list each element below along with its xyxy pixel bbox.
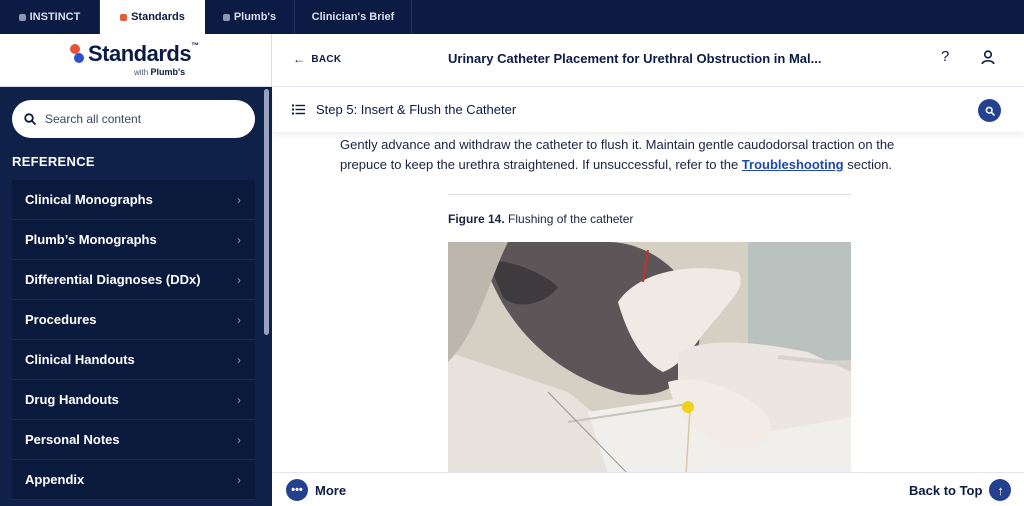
sidebar-item-clinical-monographs[interactable]: Clinical Monographs › — [12, 180, 255, 220]
sidebar-item-personal-notes[interactable]: Personal Notes › — [12, 420, 255, 460]
back-label: BACK — [311, 53, 342, 65]
back-to-top-label: Back to Top — [909, 482, 983, 498]
tab-plumbs[interactable]: Plumb's — [205, 0, 295, 34]
bottom-toolbar: ••• More Back to Top ↑ — [273, 472, 1024, 506]
instinct-logo-icon — [18, 13, 26, 21]
sidebar-item-label: Clinical Monographs — [25, 192, 153, 207]
tab-clinicians-brief-label: Clinician's Brief — [311, 11, 395, 23]
page-title: Urinary Catheter Placement for Urethral … — [448, 51, 822, 66]
figure-caption: Figure 14. Flushing of the catheter — [448, 212, 633, 226]
sidebar-item-label: Personal Notes — [25, 432, 120, 447]
chevron-right-icon: › — [237, 472, 241, 487]
arrow-up-icon: ↑ — [989, 479, 1012, 501]
sidebar-item-label: Differential Diagnoses (DDx) — [25, 272, 201, 287]
chevron-right-icon: › — [237, 272, 241, 287]
page-header: ← BACK Urinary Catheter Placement for Ur… — [273, 34, 1024, 87]
chevron-right-icon: › — [237, 392, 241, 407]
search-icon — [24, 113, 36, 125]
catheter-flushing-photo — [448, 242, 851, 472]
more-label: More — [315, 482, 347, 498]
chevron-right-icon: › — [237, 432, 241, 447]
sidebar-nav: Clinical Monographs › Plumb’s Monographs ›… — [12, 180, 255, 500]
sidebar-item-procedures[interactable]: Procedures › — [12, 300, 255, 340]
search-in-page-button[interactable] — [978, 99, 1001, 122]
section-label-reference: REFERENCE — [12, 154, 95, 169]
sidebar-item-differential-diagnoses[interactable]: Differential Diagnoses (DDx) › — [12, 260, 255, 300]
tab-standards[interactable]: Standards — [100, 0, 205, 34]
plumbs-logo-icon — [222, 13, 230, 21]
logo-subtitle: with Plumb's — [134, 67, 186, 77]
tab-instinct[interactable]: INSTINCT — [0, 0, 100, 34]
procedure-paragraph: Gently advance and withdraw the catheter… — [340, 135, 940, 175]
help-icon[interactable]: ? — [941, 48, 949, 65]
standards-logo-icon — [120, 13, 128, 21]
sidebar-item-label: Procedures — [25, 312, 97, 327]
sidebar-item-drug-handouts[interactable]: Drug Handouts › — [12, 380, 255, 420]
sidebar-item-label: Plumb’s Monographs — [25, 232, 157, 247]
search-icon — [985, 106, 995, 116]
chevron-right-icon: › — [237, 232, 241, 247]
figure-label: Figure 14. — [448, 212, 505, 226]
sidebar-item-appendix[interactable]: Appendix › — [12, 460, 255, 500]
back-to-top-button[interactable]: Back to Top ↑ — [909, 479, 1012, 501]
figure-caption-text: Flushing of the catheter — [504, 212, 634, 226]
sidebar-logo-area: Standards™ with Plumb's — [0, 34, 272, 87]
search-box[interactable] — [12, 100, 255, 138]
chevron-right-icon: › — [237, 192, 241, 207]
sidebar-item-label: Clinical Handouts — [25, 352, 135, 367]
divider — [448, 194, 851, 195]
user-icon[interactable] — [981, 50, 995, 65]
tab-standards-label: Standards — [131, 11, 185, 23]
step-navigation-bar: Step 5: Insert & Flush the Catheter — [273, 88, 1024, 132]
back-button[interactable]: ← BACK — [293, 52, 341, 66]
tab-instinct-label: INSTINCT — [29, 11, 81, 23]
sidebar-item-clinical-handouts[interactable]: Clinical Handouts › — [12, 340, 255, 380]
product-switcher-bar: INSTINCT Standards Plumb's Clinician's B… — [0, 0, 1024, 34]
chevron-right-icon: › — [237, 352, 241, 367]
tab-clinicians-brief[interactable]: Clinician's Brief — [295, 0, 412, 34]
chevron-right-icon: › — [237, 312, 241, 327]
article-content: Gently advance and withdraw the catheter… — [273, 132, 1024, 472]
tab-plumbs-label: Plumb's — [233, 11, 277, 23]
paragraph-text-end: section. — [843, 157, 893, 172]
more-dots-icon: ••• — [286, 479, 308, 501]
step-title[interactable]: Step 5: Insert & Flush the Catheter — [316, 102, 516, 117]
figure-image[interactable] — [448, 242, 851, 472]
sidebar-scrollbar-thumb[interactable] — [264, 89, 269, 335]
sidebar-item-label: Appendix — [25, 472, 85, 487]
more-button[interactable]: ••• More — [286, 479, 346, 501]
list-icon[interactable] — [292, 104, 305, 115]
troubleshooting-link[interactable]: Troubleshooting — [742, 157, 844, 172]
sidebar: REFERENCE Clinical Monographs › Plumb’s M… — [0, 87, 272, 506]
arrow-left-icon: ← — [293, 52, 306, 66]
standards-logo-icon — [70, 44, 84, 64]
search-input[interactable] — [45, 112, 225, 126]
sidebar-item-plumbs-monographs[interactable]: Plumb’s Monographs › — [12, 220, 255, 260]
logo-title[interactable]: Standards™ — [88, 41, 199, 67]
sidebar-item-label: Drug Handouts — [25, 392, 119, 407]
